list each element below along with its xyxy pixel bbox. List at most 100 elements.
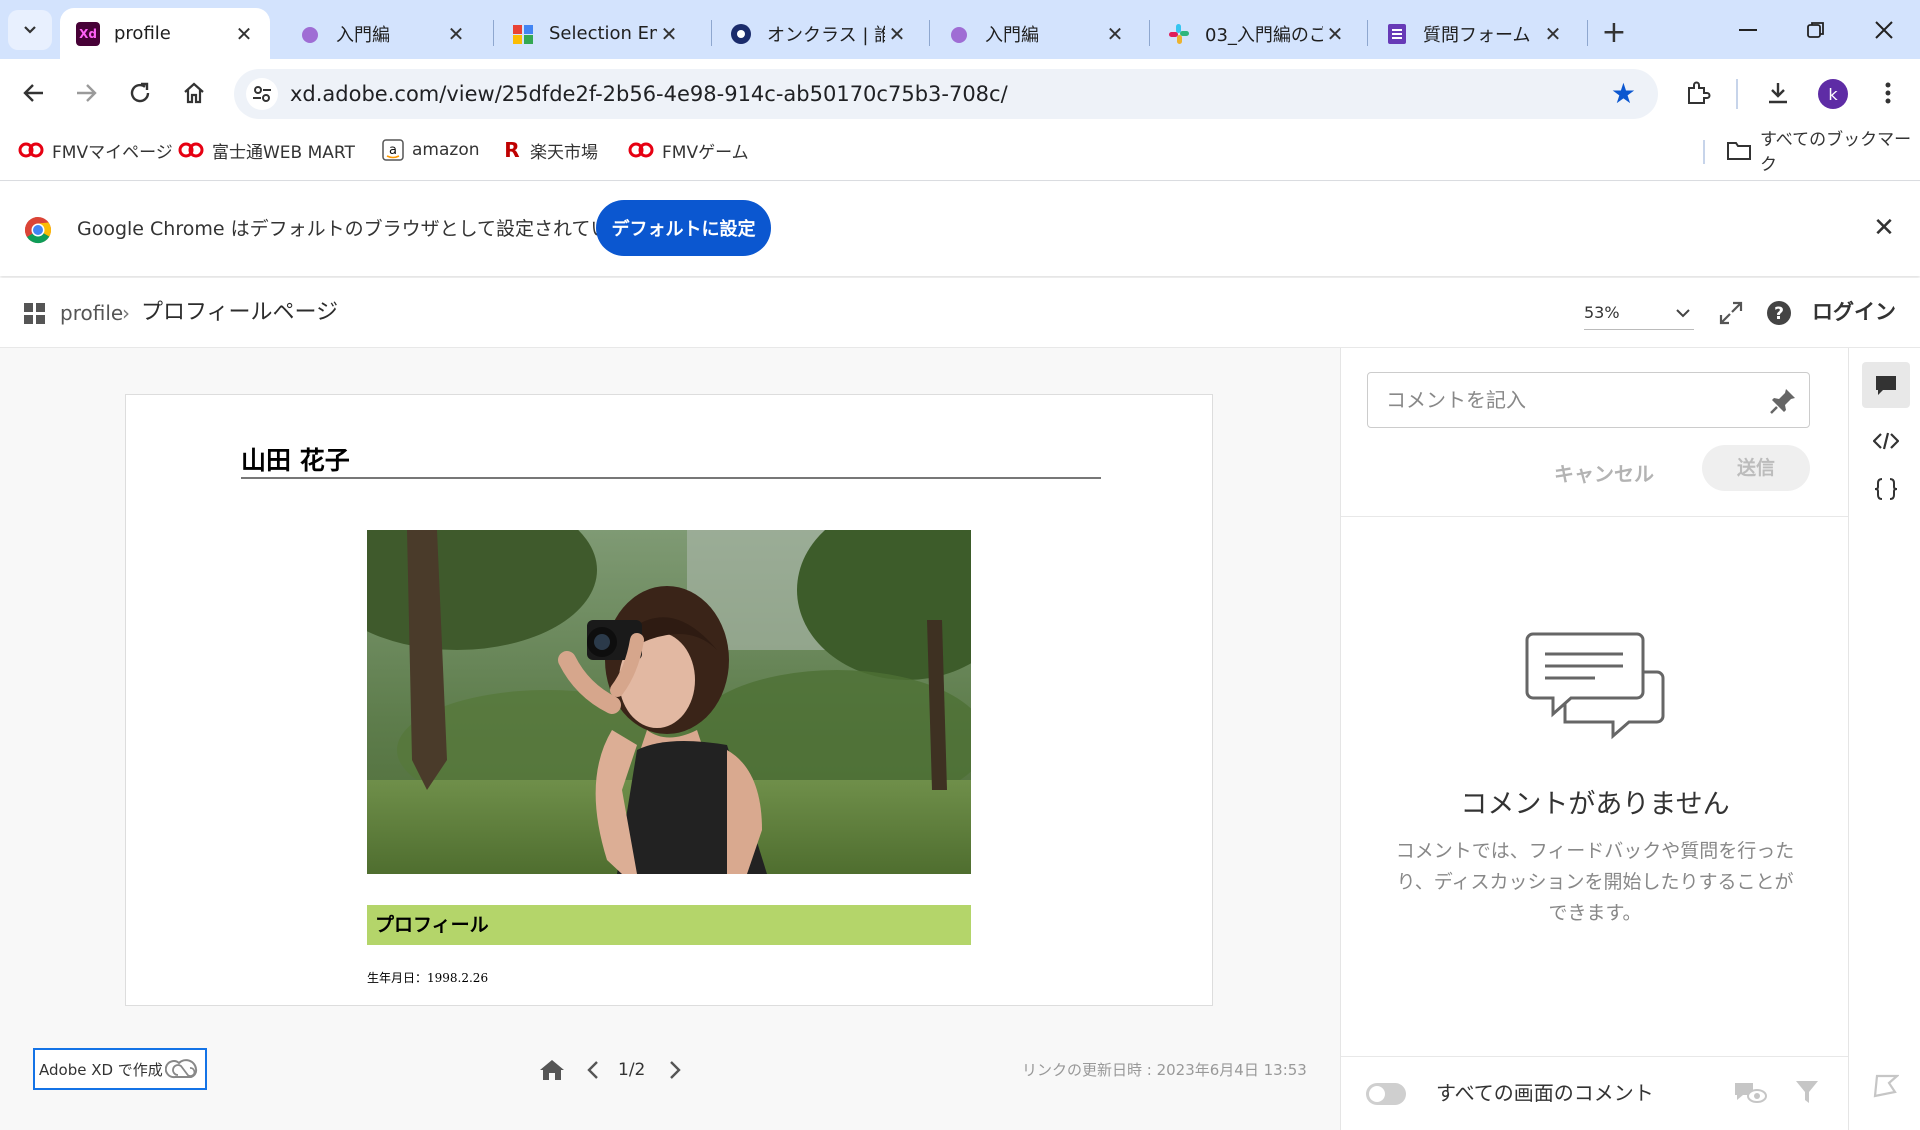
close-icon — [1875, 21, 1893, 39]
chevron-left-icon — [587, 1061, 598, 1079]
tab-nyumon-1[interactable]: 入門編 ✕ — [282, 8, 482, 59]
site-info-icon[interactable] — [246, 78, 278, 110]
home-page-button[interactable] — [536, 1052, 568, 1088]
close-icon[interactable]: ✕ — [885, 22, 909, 46]
chrome-logo-icon — [24, 216, 52, 248]
all-screens-toggle[interactable] — [1366, 1083, 1406, 1105]
set-default-button[interactable]: デフォルトに設定 — [596, 200, 771, 256]
selection-favicon-icon — [511, 22, 535, 46]
bookmark-amazon[interactable]: a amazon — [382, 130, 480, 170]
forward-button[interactable] — [64, 71, 108, 115]
fmv-icon — [178, 142, 204, 158]
bookmarks-bar: FMVマイページ 富士通WEB MART a amazon R 楽天市場 FMV… — [0, 130, 1920, 181]
tab-nyumon-2[interactable]: 入門編 ✕ — [931, 8, 1141, 59]
chevron-right-icon — [670, 1061, 681, 1079]
cancel-button[interactable]: キャンセル — [1549, 452, 1659, 496]
close-icon[interactable]: ✕ — [232, 22, 256, 46]
help-button[interactable]: ? — [1762, 296, 1796, 330]
tab-separator — [1149, 20, 1150, 46]
tab-title: オンクラス | 誰も — [767, 24, 885, 46]
reload-icon — [130, 82, 150, 103]
zoom-select[interactable]: 53% — [1584, 296, 1694, 330]
bookmark-fmv-mypage[interactable]: FMVマイページ — [18, 130, 173, 170]
specs-panel-button[interactable] — [1862, 466, 1910, 512]
bookmark-fujitsu-webmart[interactable]: 富士通WEB MART — [178, 130, 355, 170]
downloads-button[interactable] — [1758, 73, 1798, 113]
amazon-icon: a — [382, 139, 404, 161]
tab-title: 03_入門編のご — [1205, 24, 1323, 46]
svg-text:?: ? — [1774, 304, 1784, 324]
close-icon[interactable]: ✕ — [1323, 22, 1347, 46]
comment-footer: すべての画面のコメント — [1341, 1056, 1849, 1130]
tab-forms[interactable]: 質問フォーム（2 ✕ — [1369, 8, 1579, 59]
braces-icon — [1874, 478, 1898, 500]
fullscreen-button[interactable] — [1714, 296, 1748, 330]
comments-panel-button[interactable] — [1862, 362, 1910, 408]
fmv-icon — [18, 142, 44, 158]
profile-name: 山田 花子 — [241, 446, 350, 475]
comment-input[interactable] — [1384, 373, 1754, 427]
code-icon — [1873, 432, 1899, 450]
tab-profile[interactable]: Xd profile ✕ — [60, 8, 270, 59]
rakuten-icon: R — [502, 139, 522, 161]
prototype-canvas: 山田 花子 プロフィール 生年月日：1998.2.26 Adobe XD で作成… — [0, 348, 1340, 1130]
close-icon[interactable]: ✕ — [1541, 22, 1565, 46]
more-vert-icon — [1885, 82, 1891, 104]
flag-button[interactable] — [1862, 1062, 1910, 1108]
made-with-label: Adobe XD で作成 — [39, 1060, 163, 1079]
arrow-left-icon — [23, 84, 43, 102]
pin-icon[interactable] — [1769, 387, 1797, 419]
chevron-right-icon: › — [122, 301, 130, 325]
onclass-favicon-icon — [729, 22, 753, 46]
hide-comments-icon[interactable] — [1733, 1079, 1767, 1109]
tab-slack[interactable]: 03_入門編のご ✕ — [1151, 8, 1361, 59]
all-bookmarks-button[interactable]: すべてのブックマーク — [1726, 130, 1920, 175]
toolbar-divider — [1736, 79, 1738, 109]
comment-input-box[interactable] — [1367, 372, 1810, 428]
made-with-xd-badge[interactable]: Adobe XD で作成 — [33, 1048, 207, 1090]
reload-button[interactable] — [118, 71, 162, 115]
xd-favicon-icon: Xd — [76, 21, 100, 46]
close-window-button[interactable] — [1854, 8, 1914, 52]
login-button[interactable]: ログイン — [1812, 278, 1896, 346]
svg-text:R: R — [504, 139, 519, 161]
bookmark-rakuten[interactable]: R 楽天市場 — [502, 130, 598, 170]
comment-panel: キャンセル 送信 コメントがありません コメントでは、フィードバックや質問を行っ… — [1340, 348, 1849, 1130]
bookmark-star-icon[interactable]: ★ — [1611, 79, 1636, 109]
minimize-button[interactable] — [1718, 8, 1778, 52]
close-icon[interactable]: ✕ — [444, 22, 468, 46]
send-button[interactable]: 送信 — [1702, 445, 1810, 491]
bookmark-fmv-game[interactable]: FMVゲーム — [628, 130, 749, 170]
back-button[interactable] — [12, 71, 56, 115]
artboard: 山田 花子 プロフィール 生年月日：1998.2.26 — [125, 394, 1213, 1006]
next-page-button[interactable] — [662, 1052, 688, 1088]
tab-title: 入門編 — [336, 24, 390, 46]
restore-button[interactable] — [1786, 8, 1846, 52]
grid-view-icon[interactable] — [24, 303, 46, 325]
home-icon — [540, 1060, 564, 1080]
breadcrumb-project[interactable]: profile — [60, 278, 123, 348]
filter-icon[interactable] — [1795, 1079, 1819, 1109]
extensions-button[interactable] — [1678, 73, 1718, 113]
menu-button[interactable] — [1868, 73, 1908, 113]
tab-separator — [1367, 20, 1368, 46]
svg-text:a: a — [389, 143, 397, 158]
infobar-close-icon[interactable]: ✕ — [1866, 210, 1902, 246]
bookmark-label: FMVマイページ — [52, 142, 173, 163]
address-bar[interactable]: xd.adobe.com/view/25dfde2f-2b56-4e98-914… — [234, 69, 1658, 119]
new-tab-button[interactable]: + — [1596, 14, 1632, 50]
tab-selection[interactable]: Selection Emb ✕ — [495, 8, 695, 59]
bookmark-label: 富士通WEB MART — [212, 142, 355, 163]
puzzle-icon — [1688, 81, 1711, 104]
default-browser-infobar: Google Chrome はデフォルトのブラウザとして設定されていません デフ… — [0, 182, 1920, 276]
profile-avatar[interactable]: k — [1818, 79, 1848, 109]
home-button[interactable] — [172, 71, 216, 115]
tab-separator — [1587, 20, 1588, 46]
close-icon[interactable]: ✕ — [1103, 22, 1127, 46]
tab-title: profile — [114, 23, 171, 44]
close-icon[interactable]: ✕ — [657, 22, 681, 46]
tab-onclass[interactable]: オンクラス | 誰も ✕ — [713, 8, 923, 59]
code-panel-button[interactable] — [1862, 418, 1910, 464]
previous-page-button[interactable] — [580, 1052, 606, 1088]
tab-search-button[interactable] — [8, 10, 52, 50]
